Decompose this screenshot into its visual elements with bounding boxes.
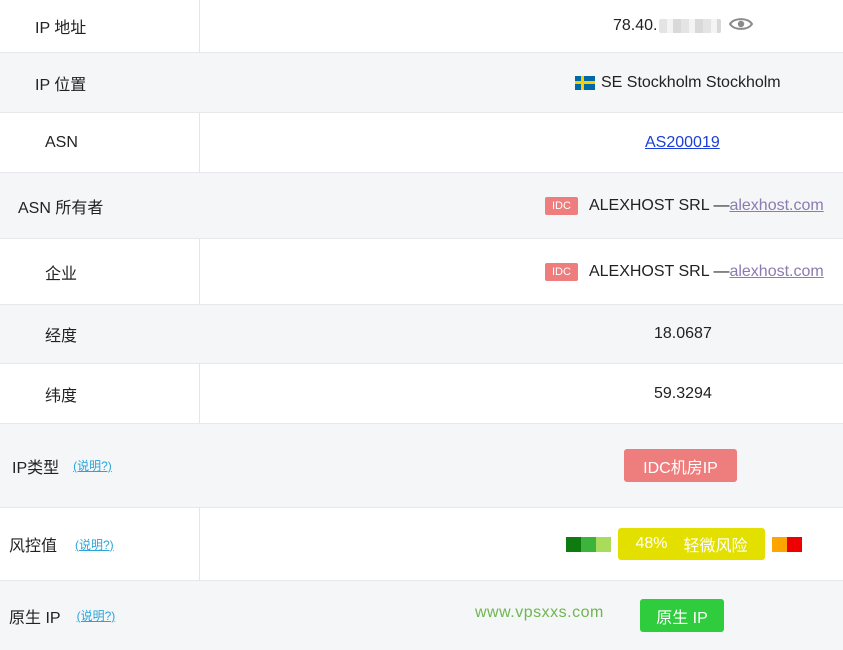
latitude-value: 59.3294 [654,384,712,402]
asn-owner-name: ALEXHOST SRL — [588,196,730,214]
asn-label: ASN [45,133,78,151]
ip-address-label: IP 地址 [35,20,87,37]
row-longitude: 经度 18.0687 [0,305,843,364]
risk-score-badge: 48% 轻微风险 [618,528,765,560]
risk-value-wrap: 48% 轻微风险 [566,508,802,580]
company-name: ALEXHOST SRL — [588,262,730,280]
row-ip-location: IP 位置 SE Stockholm Stockholm [0,53,843,113]
idc-tag: IDC [545,262,578,281]
risk-level: 轻微风险 [683,538,748,555]
row-latitude: 纬度 59.3294 [0,364,843,424]
asn-owner-label: ASN 所有者 [18,199,104,217]
row-asn: ASN AS200019 [0,113,843,173]
company-label: 企业 [45,265,78,283]
latitude-label: 纬度 [45,387,78,405]
idc-ip-type-badge: IDC机房IP [624,449,737,482]
asn-link[interactable]: AS200019 [645,134,720,152]
row-asn-owner: ASN 所有者 IDC ALEXHOST SRL — alexhost.com [0,173,843,239]
row-native-ip: 原生 IP (说明?) www.vpsxxs.com 原生 IP [0,581,843,650]
risk-segment-very-low [566,536,581,552]
row-ip-address: IP 地址 78.40. [0,0,843,53]
asn-value-wrap: AS200019 [645,113,720,172]
longitude-label: 经度 [45,328,78,345]
native-ip-label-wrap: 原生 IP (说明?) [9,581,115,650]
longitude-value: 18.0687 [654,325,712,342]
ip-address-value-wrap: 78.40. [613,0,754,52]
risk-percent: 48% [635,535,668,552]
risk-segment-mild [596,536,611,552]
company-domain-link[interactable]: alexhost.com [729,263,823,281]
masked-ip-segment [659,19,722,33]
watermark-wrap: www.vpsxxs.com [475,581,604,645]
row-risk: 风控值 (说明?) 48% 轻微风险 [0,508,843,581]
asn-owner-domain-link[interactable]: alexhost.com [729,197,823,215]
ip-type-value-wrap: IDC机房IP [624,424,737,507]
native-ip-value-wrap: 原生 IP [640,581,724,650]
sweden-flag-icon [575,75,595,90]
native-ip-help-link[interactable]: (说明?) [77,607,116,624]
risk-segment-very-high [787,536,802,552]
risk-label: 风控值 [9,538,58,555]
risk-help-link[interactable]: (说明?) [75,536,114,553]
row-ip-type: IP类型 (说明?) IDC机房IP [0,424,843,508]
eye-icon[interactable] [729,16,754,37]
native-ip-badge: 原生 IP [640,599,724,632]
native-ip-label: 原生 IP [9,609,61,627]
risk-segment-high [772,536,787,552]
risk-label-wrap: 风控值 (说明?) [9,508,114,580]
ip-type-help-link[interactable]: (说明?) [73,457,112,474]
ip-info-table: IP 地址 78.40. IP 位置 SE Stockholm Stockhol… [0,0,843,650]
idc-tag: IDC [545,196,578,215]
ip-address-value: 78.40. [613,17,658,34]
row-company: 企业 IDC ALEXHOST SRL — alexhost.com [0,239,843,305]
ip-type-label: IP类型 [12,459,60,477]
ip-type-label-wrap: IP类型 (说明?) [12,424,112,507]
ip-location-value: SE Stockholm Stockholm [601,73,781,91]
ip-location-value-wrap: SE Stockholm Stockholm [575,53,781,112]
ip-location-label: IP 位置 [35,76,87,94]
risk-segment-low [581,536,596,552]
asn-owner-value-wrap: IDC ALEXHOST SRL — alexhost.com [545,173,824,238]
company-value-wrap: IDC ALEXHOST SRL — alexhost.com [545,239,824,304]
site-watermark: www.vpsxxs.com [475,604,604,621]
